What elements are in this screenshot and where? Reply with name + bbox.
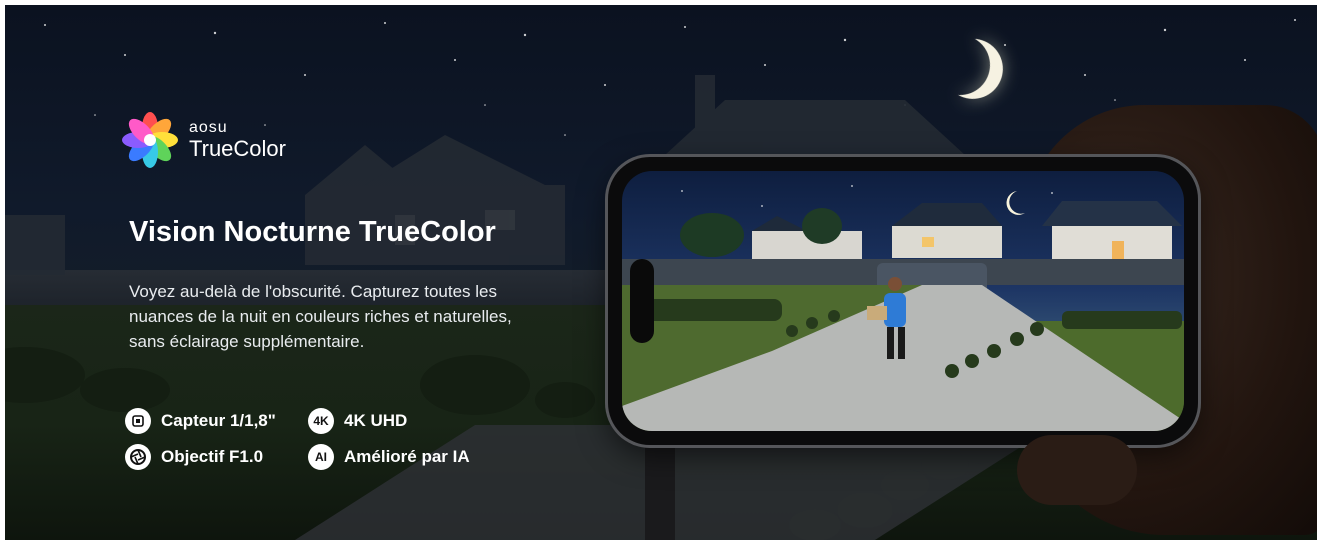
hero-banner: aosu TrueColor Vision Nocturne TrueColor… [5,5,1317,540]
front-camera-notch [630,259,654,343]
chip-icon [125,408,151,434]
feature-lens-label: Objectif F1.0 [161,447,264,466]
feature-ai-label: Amélioré par IA [344,447,470,466]
brand-name-bottom: TrueColor [189,136,286,161]
thumb [1017,435,1137,505]
feature-4k-label: 4K UHD [344,411,408,430]
phone-mockup [608,157,1198,445]
feature-sensor: Capteur 1/1,8" [125,408,276,434]
4k-icon: 4K [308,408,334,434]
description: Voyez au-delà de l'obscurité. Capturez t… [129,282,512,351]
brand-name: aosu TrueColor [189,120,286,160]
brand-logo: aosu TrueColor [121,111,286,169]
brand-name-top: aosu [189,119,228,136]
ai-icon: AI [308,444,334,470]
flower-logo-icon [122,112,178,168]
feature-4k: 4K 4K UHD [308,408,407,434]
feature-lens: Objectif F1.0 [125,444,263,470]
camera-feed-image [622,185,1184,431]
aperture-icon [125,444,151,470]
headline: Vision Nocturne TrueColor [129,216,496,248]
feature-ai: AI Amélioré par IA [308,444,470,470]
feature-sensor-label: Capteur 1/1,8" [161,411,276,430]
phone-screen [622,171,1184,431]
